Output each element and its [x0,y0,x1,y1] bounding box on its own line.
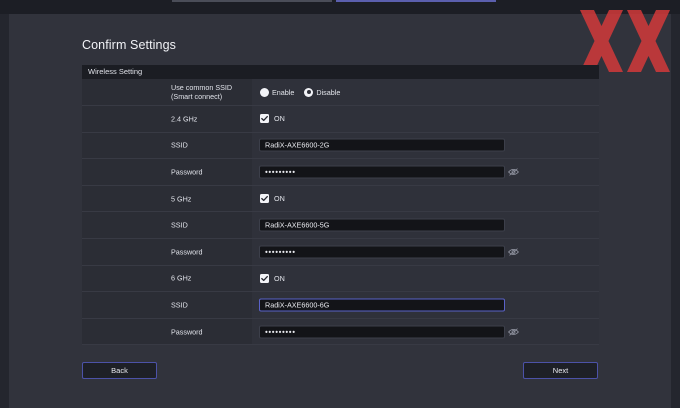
smart-connect-radio-group: Enable Disable [260,87,350,97]
nav-tab-indicator-active [336,0,496,2]
nav-tab-indicator-inactive [172,0,332,2]
band-5-label: 5 GHz [171,194,192,204]
ssid-24-label: SSID [171,140,188,150]
eye-icon[interactable] [508,168,519,176]
row-ssid-6: SSID RadiX-AXE6600-6G [82,292,599,319]
next-button[interactable]: Next [523,362,598,379]
row-band-5: 5 GHz ON [82,185,599,213]
row-band-24: 2.4 GHz ON [82,106,599,133]
ssid-6-label: SSID [171,300,188,310]
password-24-label: Password [171,167,203,177]
band-6-checkbox-label: ON [274,273,285,283]
checkmark-icon [261,196,268,202]
password-5-input[interactable]: ••••••••• [259,245,505,259]
back-button[interactable]: Back [82,362,157,379]
ssid-5-input[interactable]: RadiX-AXE6600-5G [259,218,505,232]
section-header-wireless: Wireless Setting [82,65,599,79]
band-5-checkbox-label: ON [274,194,285,204]
row-password-6: Password ••••••••• [82,318,599,346]
band-24-label: 2.4 GHz [171,114,198,124]
password-6-label: Password [171,327,203,337]
band-24-toggle: ON [260,114,285,124]
band-24-checkbox-label: ON [274,114,285,124]
radio-disable[interactable] [304,87,314,97]
ssid-6-input[interactable]: RadiX-AXE6600-6G [259,298,505,312]
row-ssid-5: SSID RadiX-AXE6600-5G [82,212,599,239]
password-6-input[interactable]: ••••••••• [259,325,505,339]
checkmark-icon [261,116,268,122]
band-6-checkbox[interactable] [260,273,269,283]
row-password-24: Password ••••••••• [82,159,599,186]
row-band-6: 6 GHz ON [82,265,599,293]
ssid-24-input[interactable]: RadiX-AXE6600-2G [259,138,505,152]
eye-icon[interactable] [508,248,519,256]
row-password-5: Password ••••••••• [82,238,599,266]
ssid-5-label: SSID [171,220,188,230]
checkmark-icon [261,275,268,281]
password-24-input[interactable]: ••••••••• [259,165,505,179]
band-6-toggle: ON [260,273,285,283]
radio-enable[interactable] [260,87,269,97]
band-5-toggle: ON [260,194,285,204]
password-5-label: Password [171,247,203,257]
eye-icon[interactable] [508,327,519,336]
band-24-checkbox[interactable] [260,114,269,124]
wireless-settings-form: Use common SSID (Smart connect) Enable D… [82,79,599,346]
radio-disable-label: Disable [316,87,341,97]
band-5-checkbox[interactable] [260,194,269,204]
row-smart-connect: Use common SSID (Smart connect) Enable D… [82,79,599,106]
band-6-label: 6 GHz [171,273,192,283]
radio-enable-label: Enable [272,87,295,97]
smart-connect-label: Use common SSID (Smart connect) [171,83,233,101]
row-ssid-24: SSID RadiX-AXE6600-2G [82,132,599,160]
page-title: Confirm Settings [82,38,176,52]
